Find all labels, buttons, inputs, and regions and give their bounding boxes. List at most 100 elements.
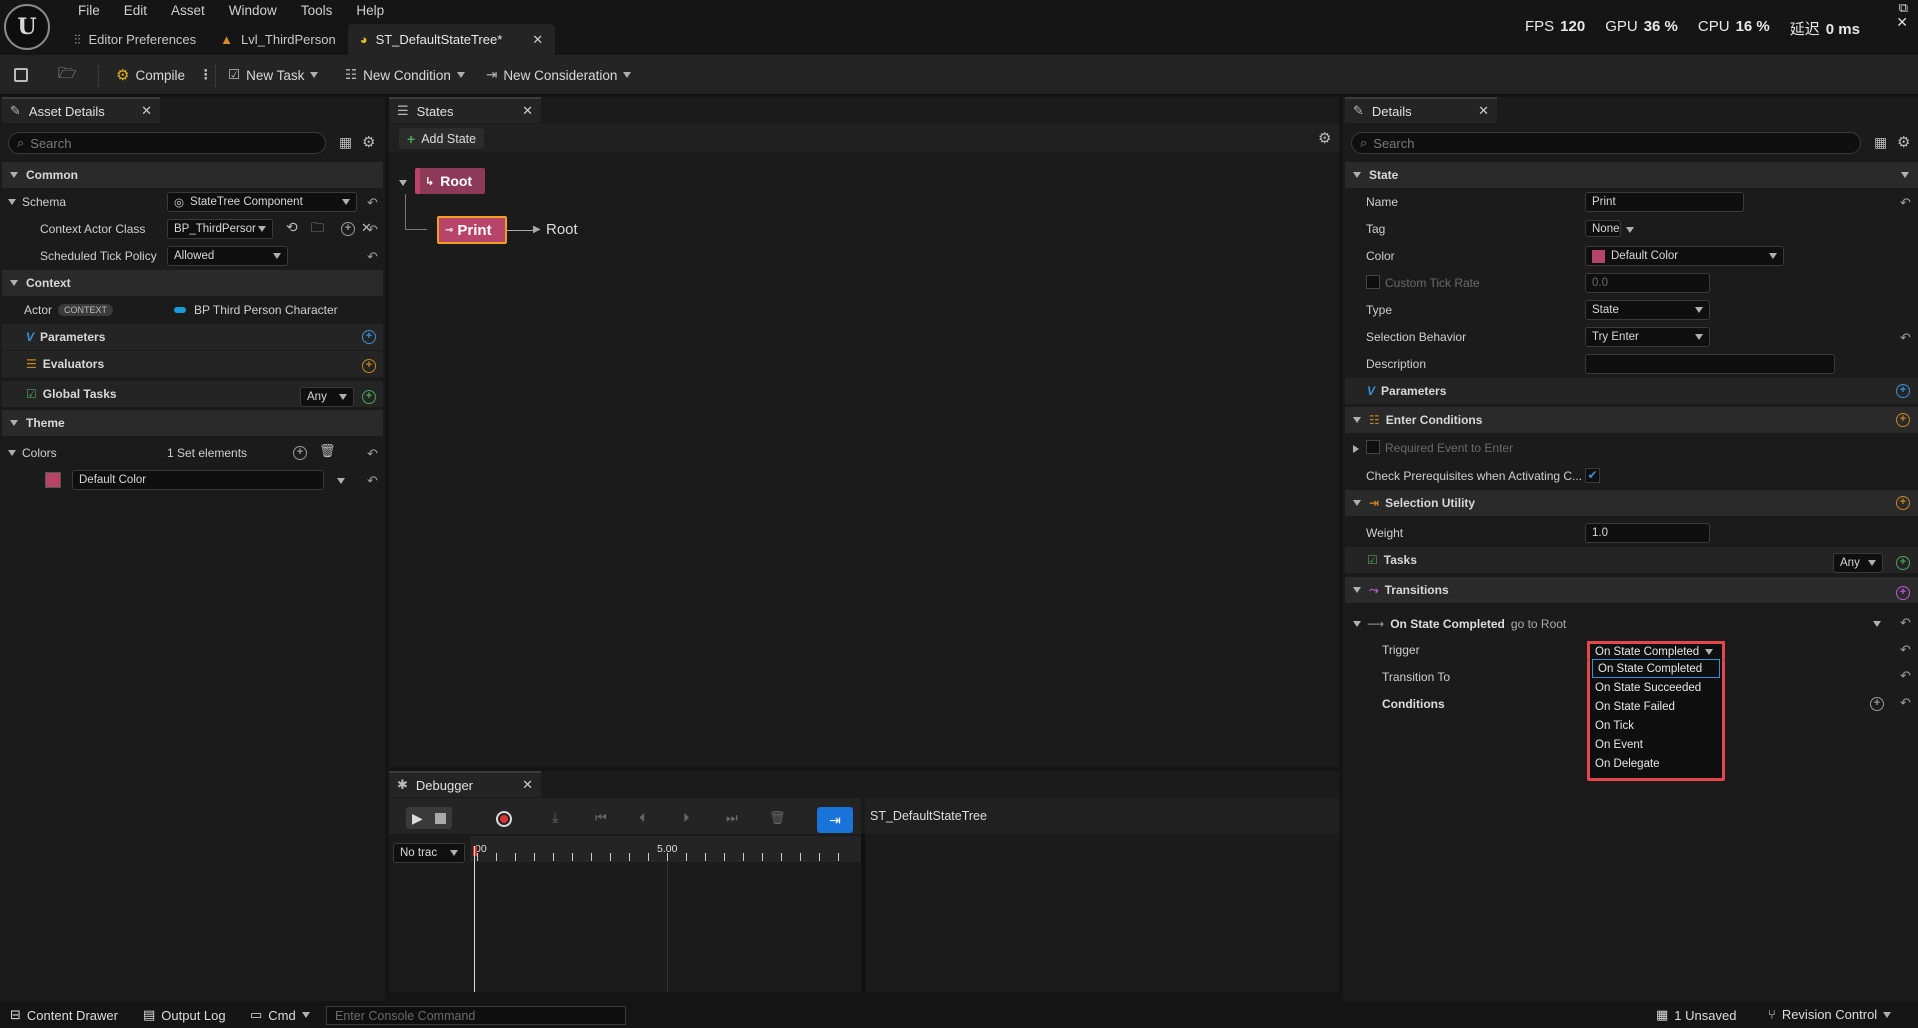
revision-control-button[interactable]: ⑂ Revision Control: [1768, 1007, 1892, 1022]
close-panel-icon[interactable]: ✕: [141, 103, 152, 119]
tab-asset-details[interactable]: ✎ Asset Details ✕: [2, 97, 160, 123]
selection-behavior-dropdown[interactable]: Try Enter: [1585, 327, 1710, 347]
check-prerequisites-checkbox[interactable]: ✔: [1585, 468, 1600, 483]
trash-icon[interactable]: 🗑: [319, 443, 336, 459]
unreal-logo-icon[interactable]: U: [4, 4, 50, 50]
use-selected-icon[interactable]: ⟲: [286, 219, 298, 236]
close-panel-icon[interactable]: ✕: [1478, 103, 1489, 119]
chevron-down-icon[interactable]: [1873, 621, 1881, 627]
trigger-option-on-tick[interactable]: On Tick: [1590, 716, 1722, 735]
custom-tick-rate-checkbox[interactable]: [1366, 275, 1380, 289]
add-state-button[interactable]: + Add State: [399, 128, 485, 149]
expand-arrow-icon[interactable]: [1353, 445, 1359, 453]
reset-icon[interactable]: ↶: [367, 249, 378, 265]
console-command-input[interactable]: Enter Console Command: [326, 1006, 626, 1025]
reset-icon[interactable]: ↶: [1900, 668, 1911, 684]
browse-button[interactable]: 🗁: [58, 55, 77, 95]
chevron-down-icon[interactable]: [337, 478, 345, 484]
close-window-icon[interactable]: ✕: [1896, 15, 1908, 29]
section-evaluators[interactable]: ☰ Evaluators: [2, 351, 383, 377]
close-tab-icon[interactable]: ✕: [532, 32, 543, 48]
name-field[interactable]: Print: [1585, 192, 1744, 212]
description-field[interactable]: [1585, 354, 1835, 374]
follow-live-button[interactable]: ⇥: [817, 807, 853, 833]
close-panel-icon[interactable]: ✕: [522, 103, 533, 119]
add-condition-icon[interactable]: +: [1870, 697, 1884, 711]
context-actor-class-dropdown[interactable]: BP_ThirdPersor: [167, 219, 273, 239]
add-icon[interactable]: +: [341, 222, 355, 236]
play-icon[interactable]: ▶: [412, 810, 423, 827]
tab-details[interactable]: ✎ Details ✕: [1345, 97, 1497, 123]
step-into-icon[interactable]: ⤓: [552, 809, 558, 826]
next-frame-icon[interactable]: ⏭: [726, 810, 738, 826]
cmd-dropdown[interactable]: ▭ Cmd: [250, 1007, 310, 1023]
menu-tools[interactable]: Tools: [289, 3, 345, 19]
chevron-down-icon[interactable]: [1901, 172, 1909, 178]
output-log-button[interactable]: ▤ Output Log: [143, 1007, 226, 1023]
gear-icon[interactable]: ⚙: [362, 133, 375, 151]
expand-arrow-icon[interactable]: [8, 450, 16, 456]
add-consideration-icon[interactable]: +: [1896, 496, 1910, 510]
transition-row-header[interactable]: ⟶ On State Completed go to Root: [1353, 611, 1566, 637]
collapse-arrow-icon[interactable]: [399, 180, 407, 186]
menu-help[interactable]: Help: [344, 3, 396, 19]
track-select-dropdown[interactable]: No trac: [393, 843, 465, 863]
add-task-icon[interactable]: +: [1896, 556, 1910, 570]
reset-icon[interactable]: ↶: [367, 473, 378, 489]
tag-dropdown[interactable]: None: [1585, 220, 1621, 237]
reset-icon[interactable]: ↶: [367, 446, 378, 462]
tab-st-defaultstatetree[interactable]: ◕ ST_DefaultStateTree* ✕: [347, 24, 556, 55]
section-theme[interactable]: Theme: [2, 410, 383, 436]
step-forward-icon[interactable]: ⏵: [683, 810, 690, 826]
chevron-down-icon[interactable]: [1626, 227, 1634, 233]
section-common[interactable]: Common: [2, 162, 383, 188]
section-enter-conditions[interactable]: ☷ Enter Conditions: [1345, 407, 1918, 433]
trigger-option-on-delegate[interactable]: On Delegate: [1590, 754, 1722, 773]
scheduled-tick-policy-dropdown[interactable]: Allowed: [167, 246, 288, 266]
table-view-icon[interactable]: ▦: [1874, 134, 1887, 151]
previous-frame-icon[interactable]: ⏮: [595, 810, 607, 826]
add-transition-icon[interactable]: +: [1896, 586, 1910, 600]
trigger-dropdown[interactable]: On State Completed: [1587, 641, 1725, 659]
new-task-button[interactable]: ☑ New Task: [228, 55, 319, 95]
section-selection-utility[interactable]: ⇥ Selection Utility: [1345, 490, 1918, 516]
menu-edit[interactable]: Edit: [112, 3, 159, 19]
section-state[interactable]: State: [1345, 162, 1918, 188]
section-parameters[interactable]: V Parameters: [1345, 378, 1918, 404]
schema-dropdown[interactable]: ◎ StateTree Component: [167, 192, 357, 212]
trigger-option-on-state-completed[interactable]: On State Completed: [1592, 659, 1720, 678]
add-global-task-icon[interactable]: +: [362, 390, 376, 404]
gear-icon[interactable]: ⚙: [1318, 129, 1331, 147]
section-context[interactable]: Context: [2, 270, 383, 296]
details-search-input[interactable]: ⌕ Search: [1351, 132, 1861, 154]
browse-icon[interactable]: 🗀: [311, 219, 324, 241]
reset-icon[interactable]: ↶: [367, 222, 378, 238]
state-node-root[interactable]: ↳ Root: [415, 168, 485, 194]
tasks-any-dropdown[interactable]: Any: [1833, 553, 1883, 573]
color-swatch[interactable]: [45, 472, 61, 488]
reset-icon[interactable]: ↶: [1900, 695, 1911, 711]
step-back-icon[interactable]: ⏴: [639, 810, 646, 826]
trigger-option-on-state-failed[interactable]: On State Failed: [1590, 697, 1722, 716]
reset-icon[interactable]: ↶: [367, 195, 378, 211]
add-parameter-icon[interactable]: +: [362, 330, 376, 344]
menu-asset[interactable]: Asset: [159, 3, 217, 19]
reset-icon[interactable]: ↶: [1900, 615, 1911, 631]
gear-icon[interactable]: ⚙: [1897, 133, 1910, 151]
restore-window-icon[interactable]: ⧉: [1896, 1, 1908, 14]
reset-icon[interactable]: ↶: [1900, 642, 1911, 658]
weight-field[interactable]: 1.0: [1585, 523, 1710, 543]
asset-details-search-input[interactable]: ⌕ Search: [8, 132, 326, 154]
unsaved-button[interactable]: ▦ 1 Unsaved: [1656, 1007, 1736, 1023]
trash-icon[interactable]: 🗑: [769, 810, 786, 826]
tab-states[interactable]: ☰ States ✕: [389, 97, 541, 123]
default-color-field[interactable]: Default Color: [72, 470, 324, 490]
reset-icon[interactable]: ↶: [1900, 195, 1911, 211]
menu-window[interactable]: Window: [217, 3, 289, 19]
section-transitions[interactable]: ⤳ Transitions: [1345, 577, 1918, 603]
tab-editor-preferences[interactable]: ⫶⫶ Editor Preferences: [62, 24, 208, 55]
type-dropdown[interactable]: State: [1585, 300, 1710, 320]
add-color-icon[interactable]: +: [293, 446, 307, 460]
new-consideration-button[interactable]: ⇥ New Consideration: [486, 55, 632, 95]
state-node-print[interactable]: ⊸ Print: [437, 216, 507, 244]
